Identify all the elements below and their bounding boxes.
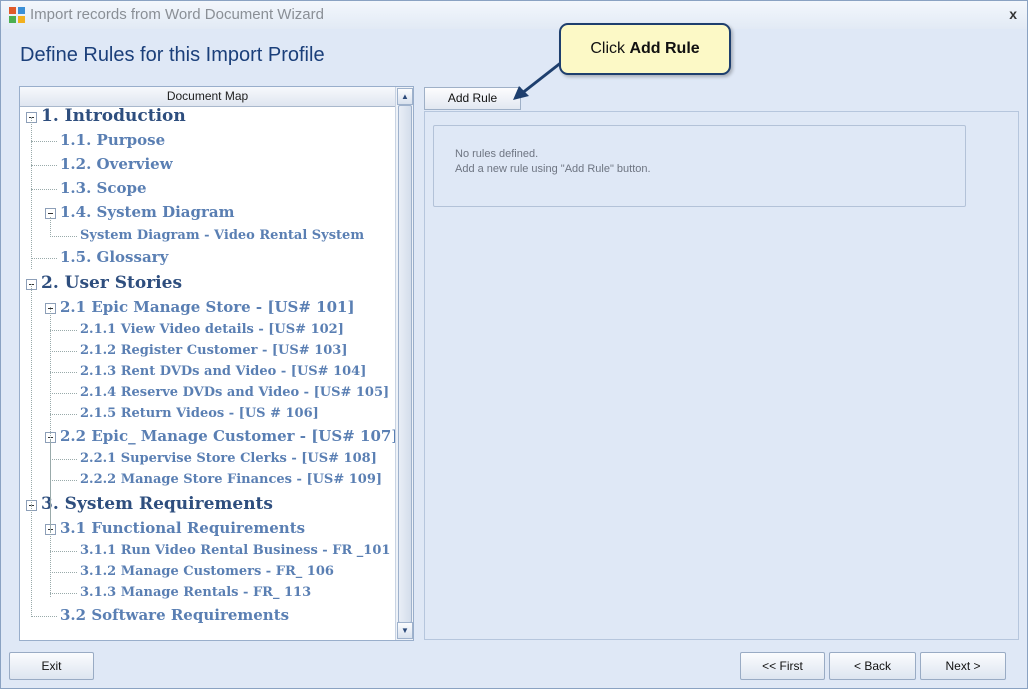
tree-item[interactable]: 1.4. System Diagram [60, 205, 235, 220]
tree-item[interactable]: 3.1.2 Manage Customers - FR_ 106 [80, 565, 334, 578]
no-rules-text: No rules defined. [455, 148, 539, 160]
app-icon [9, 7, 25, 23]
window-title: Import records from Word Document Wizard [30, 6, 324, 23]
rules-area: No rules defined. Add a new rule using "… [424, 111, 1019, 640]
tree-connector [50, 414, 77, 415]
document-map-header: Document Map [20, 87, 395, 107]
scroll-down-icon[interactable]: ▼ [397, 622, 413, 639]
close-icon[interactable]: x [1009, 6, 1017, 22]
tree-connector [31, 258, 57, 259]
tree-item[interactable]: 2. User Stories [41, 275, 182, 292]
tree-item[interactable]: 3.2 Software Requirements [60, 608, 289, 623]
tree-item[interactable]: 2.1.5 Return Videos - [US # 106] [80, 407, 319, 420]
tree-connector [31, 141, 57, 142]
callout-emphasis: Add Rule [629, 40, 700, 57]
tree-connector [31, 165, 57, 166]
tree-connector [50, 480, 77, 481]
tree-connector [31, 189, 57, 190]
add-rule-hint-text: Add a new rule using "Add Rule" button. [455, 163, 651, 175]
document-map-panel: Document Map 1. Introduction 1.1. Purpose… [19, 86, 414, 641]
tree-connector [50, 393, 77, 394]
tree-item[interactable]: 2.1 Epic Manage Store - [US# 101] [60, 300, 355, 315]
tree-item[interactable]: 2.1.1 View Video details - [US# 102] [80, 323, 344, 336]
tree-item[interactable]: 1.1. Purpose [60, 133, 165, 148]
tree-item[interactable]: 2.1.3 Rent DVDs and Video - [US# 104] [80, 365, 366, 378]
tree-item[interactable]: 2.1.4 Reserve DVDs and Video - [US# 105] [80, 386, 389, 399]
document-map-tree: 1. Introduction 1.1. Purpose 1.2. Overview… [20, 107, 395, 639]
document-map-scrollbar[interactable]: ▲ ▼ [395, 87, 413, 640]
tree-guide-line [50, 217, 51, 237]
exit-button[interactable]: Exit [9, 652, 94, 680]
tree-connector [50, 236, 77, 237]
tree-item[interactable]: 3. System Requirements [41, 496, 273, 513]
rules-empty-box: No rules defined. Add a new rule using "… [433, 125, 966, 207]
tree-item[interactable]: 1.3. Scope [60, 181, 147, 196]
tree-guide-line [50, 530, 51, 597]
tree-connector [50, 330, 77, 331]
wizard-window: Import records from Word Document Wizard… [0, 0, 1028, 689]
tree-item[interactable]: 3.1 Functional Requirements [60, 521, 305, 536]
tree-connector [50, 572, 77, 573]
scroll-up-icon[interactable]: ▲ [397, 88, 413, 105]
next-button[interactable]: Next > [920, 652, 1006, 680]
tree-connector [50, 459, 77, 460]
tree-item[interactable]: 1. Introduction [41, 108, 186, 125]
tree-connector [50, 372, 77, 373]
page-title: Define Rules for this Import Profile [20, 44, 325, 66]
title-bar: Import records from Word Document Wizard… [1, 1, 1027, 29]
tree-connector [50, 551, 77, 552]
tree-connector [50, 593, 77, 594]
tree-item[interactable]: 1.5. Glossary [60, 250, 168, 265]
back-button[interactable]: < Back [829, 652, 916, 680]
scroll-thumb[interactable] [398, 105, 412, 623]
first-button[interactable]: << First [740, 652, 825, 680]
tree-guide-line [31, 505, 32, 617]
callout-prefix: Click [590, 40, 630, 57]
tree-connector [50, 351, 77, 352]
tree-item[interactable]: System Diagram - Video Rental System [80, 229, 364, 242]
tree-guide-line [31, 117, 32, 269]
tree-item[interactable]: 2.2.2 Manage Store Finances - [US# 109] [80, 473, 382, 486]
tree-item[interactable]: 3.1.3 Manage Rentals - FR_ 113 [80, 586, 311, 599]
tree-item[interactable]: 3.1.1 Run Video Rental Business - FR _10… [80, 544, 390, 557]
tree-item[interactable]: 2.2 Epic_ Manage Customer - [US# 107] [60, 429, 395, 444]
tree-connector [31, 616, 57, 617]
callout-tooltip: Click Add Rule [559, 23, 731, 75]
tree-item[interactable]: 1.2. Overview [60, 157, 173, 172]
tree-item[interactable]: 2.2.1 Supervise Store Clerks - [US# 108] [80, 452, 377, 465]
tree-item[interactable]: 2.1.2 Register Customer - [US# 103] [80, 344, 347, 357]
